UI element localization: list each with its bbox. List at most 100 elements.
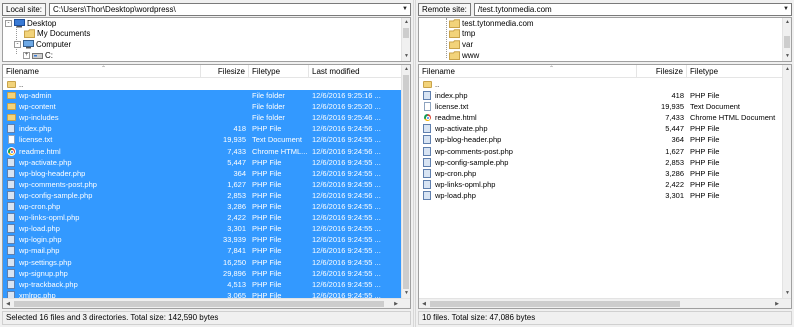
scroll-down-icon[interactable]: ▼ (402, 52, 410, 61)
file-modified: 12/6/2016 9:24:55 ... (312, 279, 381, 289)
table-row[interactable]: readme.html 7,433 Chrome HTML... 12/6/2016 … (3, 145, 410, 157)
remote-site-bar: Remote site: /test.tytonmedia.com ▼ (416, 0, 794, 18)
local-site-input[interactable]: C:\Users\Thor\Desktop\wordpress\ ▼ (49, 2, 411, 16)
file-name: wp-cron.php (435, 168, 477, 178)
expand-icon[interactable]: + (23, 52, 30, 59)
column-filename[interactable]: Filename ⌃ (3, 65, 201, 78)
remote-site-path[interactable]: /test.tytonmedia.com (475, 5, 781, 14)
column-filetype[interactable]: Filetype (687, 65, 783, 78)
table-row[interactable]: wp-config-sample.php 2,853 PHP File (419, 157, 791, 168)
table-row[interactable]: license.txt 19,935 Text Document (419, 101, 791, 112)
file-name: wp-trackback.php (19, 279, 78, 289)
scroll-up-icon[interactable]: ▲ (783, 65, 791, 74)
file-name: readme.html (19, 146, 61, 156)
table-row[interactable]: index.php 418 PHP File 12/6/2016 9:24:56 ..… (3, 123, 410, 135)
tree-item-www[interactable]: www (449, 50, 479, 61)
scroll-down-icon[interactable]: ▼ (402, 289, 410, 298)
table-row[interactable]: wp-signup.php 29,896 PHP File 12/6/2016 9:2… (3, 267, 410, 279)
file-type: PHP File (690, 135, 720, 145)
scroll-left-icon[interactable]: ◀ (419, 299, 429, 308)
table-row[interactable]: wp-settings.php 16,250 PHP File 12/6/2016 9… (3, 256, 410, 268)
file-name: wp-includes (19, 113, 59, 123)
table-row[interactable]: wp-cron.php 3,286 PHP File 12/6/2016 9:24:5… (3, 201, 410, 213)
table-row[interactable]: wp-blog-header.php 364 PHP File 12/6/2016 9… (3, 167, 410, 179)
table-row[interactable]: wp-config-sample.php 2,853 PHP File 12/6/20… (3, 189, 410, 202)
file-modified: 12/6/2016 9:24:55 ... (312, 246, 381, 256)
tree-item-drive-c[interactable]: + C: (23, 50, 53, 61)
file-modified: 12/6/2016 9:24:55 ... (312, 257, 381, 267)
tree-scrollbar[interactable]: ▲ ▼ (401, 18, 410, 61)
collapse-icon[interactable]: - (5, 20, 12, 27)
table-row[interactable]: license.txt 19,935 Text Document 12/6/2016 … (3, 134, 410, 146)
tree-item-var[interactable]: var (449, 39, 473, 50)
column-last-modified[interactable]: Last modified (309, 65, 381, 78)
tree-item-my-documents[interactable]: My Documents (24, 28, 90, 39)
local-list-hscrollbar[interactable]: ◀ ▶ (3, 298, 410, 308)
chevron-down-icon[interactable]: ▼ (400, 4, 410, 15)
column-filetype[interactable]: Filetype (249, 65, 309, 78)
remote-site-label: Remote site: (418, 2, 471, 16)
local-site-path[interactable]: C:\Users\Thor\Desktop\wordpress\ (50, 5, 400, 14)
scroll-down-icon[interactable]: ▼ (783, 289, 791, 298)
file-name: wp-comments-post.php (19, 179, 97, 189)
scroll-up-icon[interactable]: ▲ (402, 65, 410, 74)
php-file-icon (423, 157, 431, 167)
collapse-icon[interactable]: - (14, 41, 21, 48)
remote-list-hscrollbar[interactable]: ◀ ▶ (419, 298, 791, 308)
scroll-right-icon[interactable]: ▶ (391, 299, 401, 308)
table-row[interactable]: wp-comments-post.php 1,627 PHP File 12/6/20… (3, 178, 410, 190)
column-filesize[interactable]: Filesize (201, 65, 249, 78)
scroll-thumb[interactable] (403, 75, 409, 289)
table-row[interactable]: wp-load.php 3,301 PHP File 12/6/2016 9:24:5… (3, 223, 410, 235)
scroll-left-icon[interactable]: ◀ (3, 299, 13, 308)
local-directory-tree: - Desktop My Documents - Computer + C: ▲… (2, 17, 411, 62)
column-filename[interactable]: Filename ⌃ (419, 65, 637, 78)
tree-scrollbar[interactable]: ▲ ▼ (782, 18, 791, 61)
table-row[interactable]: wp-includes File folder 12/6/2016 9:25:46 … (3, 112, 410, 124)
table-row[interactable]: wp-load.php 3,301 PHP File (419, 190, 791, 201)
scroll-up-icon[interactable]: ▲ (402, 18, 410, 27)
table-row[interactable]: wp-links-opml.php 2,422 PHP File (419, 179, 791, 190)
column-filesize[interactable]: Filesize (637, 65, 687, 78)
php-file-icon (423, 91, 431, 101)
table-row[interactable]: wp-trackback.php 4,513 PHP File 12/6/2016 9… (3, 278, 410, 290)
scroll-down-icon[interactable]: ▼ (783, 52, 791, 61)
tree-item-tmp[interactable]: tmp (449, 28, 475, 39)
scroll-thumb[interactable] (784, 36, 790, 48)
scroll-right-icon[interactable]: ▶ (772, 299, 782, 308)
table-row[interactable]: wp-login.php 33,939 PHP File 12/6/2016 9:24… (3, 234, 410, 246)
table-row[interactable]: wp-blog-header.php 364 PHP File (419, 134, 791, 145)
table-row[interactable]: wp-mail.php 7,841 PHP File 12/6/2016 9:24:5… (3, 245, 410, 257)
table-row[interactable]: wp-comments-post.php 1,627 PHP File (419, 146, 791, 157)
table-row[interactable]: .. (3, 79, 410, 90)
table-row[interactable]: readme.html 7,433 Chrome HTML Document (419, 112, 791, 123)
file-size (201, 90, 246, 101)
file-modified: 12/6/2016 9:24:55 ... (312, 202, 381, 212)
remote-site-input[interactable]: /test.tytonmedia.com ▼ (473, 2, 792, 16)
table-row[interactable]: wp-activate.php 5,447 PHP File (419, 123, 791, 134)
scroll-thumb[interactable] (14, 301, 384, 307)
table-row[interactable]: wp-content File folder 12/6/2016 9:25:20 .… (3, 101, 410, 113)
chevron-down-icon[interactable]: ▼ (781, 4, 791, 15)
file-size: 2,422 (227, 213, 246, 223)
scroll-thumb[interactable] (403, 28, 409, 38)
local-list-scrollbar[interactable]: ▲ ▼ (401, 65, 410, 298)
folder-file-icon (7, 114, 16, 122)
table-row[interactable]: index.php 418 PHP File (419, 90, 791, 101)
table-row[interactable]: .. (419, 79, 791, 90)
tree-item-computer[interactable]: - Computer (14, 39, 71, 50)
remote-list-scrollbar[interactable]: ▲ ▼ (782, 65, 791, 298)
table-row[interactable]: wp-activate.php 5,447 PHP File 12/6/2016 9:… (3, 156, 410, 168)
file-modified: 12/6/2016 9:25:20 ... (312, 102, 381, 112)
scroll-thumb[interactable] (430, 301, 680, 307)
file-modified: 12/6/2016 9:24:56 ... (312, 190, 381, 200)
table-row[interactable]: wp-admin File folder 12/6/2016 9:25:16 ... (3, 90, 410, 102)
php-file-icon (423, 124, 431, 134)
table-row[interactable]: wp-links-opml.php 2,422 PHP File 12/6/2016 … (3, 212, 410, 224)
file-name: wp-mail.php (19, 246, 60, 256)
file-name: wp-content (19, 102, 56, 112)
folder-icon (449, 40, 460, 49)
scroll-up-icon[interactable]: ▲ (783, 18, 791, 27)
file-type: PHP File (690, 124, 720, 134)
table-row[interactable]: wp-cron.php 3,286 PHP File (419, 168, 791, 179)
